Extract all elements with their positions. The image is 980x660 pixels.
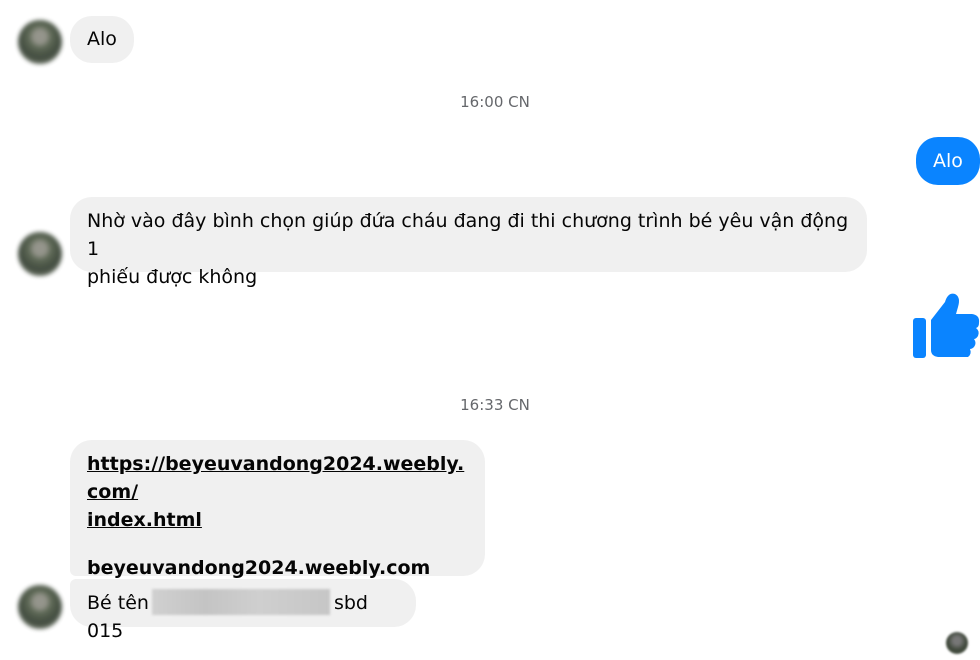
redacted-name (151, 589, 330, 615)
message-text: Bé tên (87, 592, 149, 614)
link-domain: beyeuvandong2024.weebly.com (87, 557, 431, 579)
link-url-line: index.html (87, 509, 202, 531)
chat-conversation: Alo 16:00 CN Alo Nhờ vào đây bình chọn g… (0, 0, 980, 660)
message-link[interactable]: https://beyeuvandong2024.weebly.com/ ind… (87, 450, 472, 534)
incoming-message-bubble[interactable]: Nhờ vào đây bình chọn giúp đứa cháu đang… (70, 197, 867, 288)
incoming-message-bubble[interactable]: Alo (70, 16, 134, 63)
link-preview-bubble[interactable]: https://beyeuvandong2024.weebly.com/ ind… (70, 440, 485, 579)
message-text-line: Nhờ vào đây bình chọn giúp đứa cháu đang… (87, 210, 849, 260)
incoming-message-bubble[interactable]: Bé tên sbd 015 (70, 579, 416, 642)
seen-avatar (946, 632, 968, 654)
contact-avatar[interactable] (18, 232, 62, 276)
timestamp: 16:33 CN (460, 396, 530, 414)
thumbs-up-icon[interactable] (910, 290, 980, 360)
timestamp: 16:00 CN (460, 93, 530, 111)
message-text: Alo (933, 150, 963, 172)
message-text: Alo (87, 28, 117, 50)
contact-avatar[interactable] (18, 585, 62, 629)
link-url-line: https://beyeuvandong2024.weebly.com/ (87, 453, 465, 503)
message-text-line: phiếu được không (87, 266, 258, 288)
outgoing-message-bubble[interactable]: Alo (916, 137, 980, 185)
contact-avatar[interactable] (18, 20, 62, 64)
